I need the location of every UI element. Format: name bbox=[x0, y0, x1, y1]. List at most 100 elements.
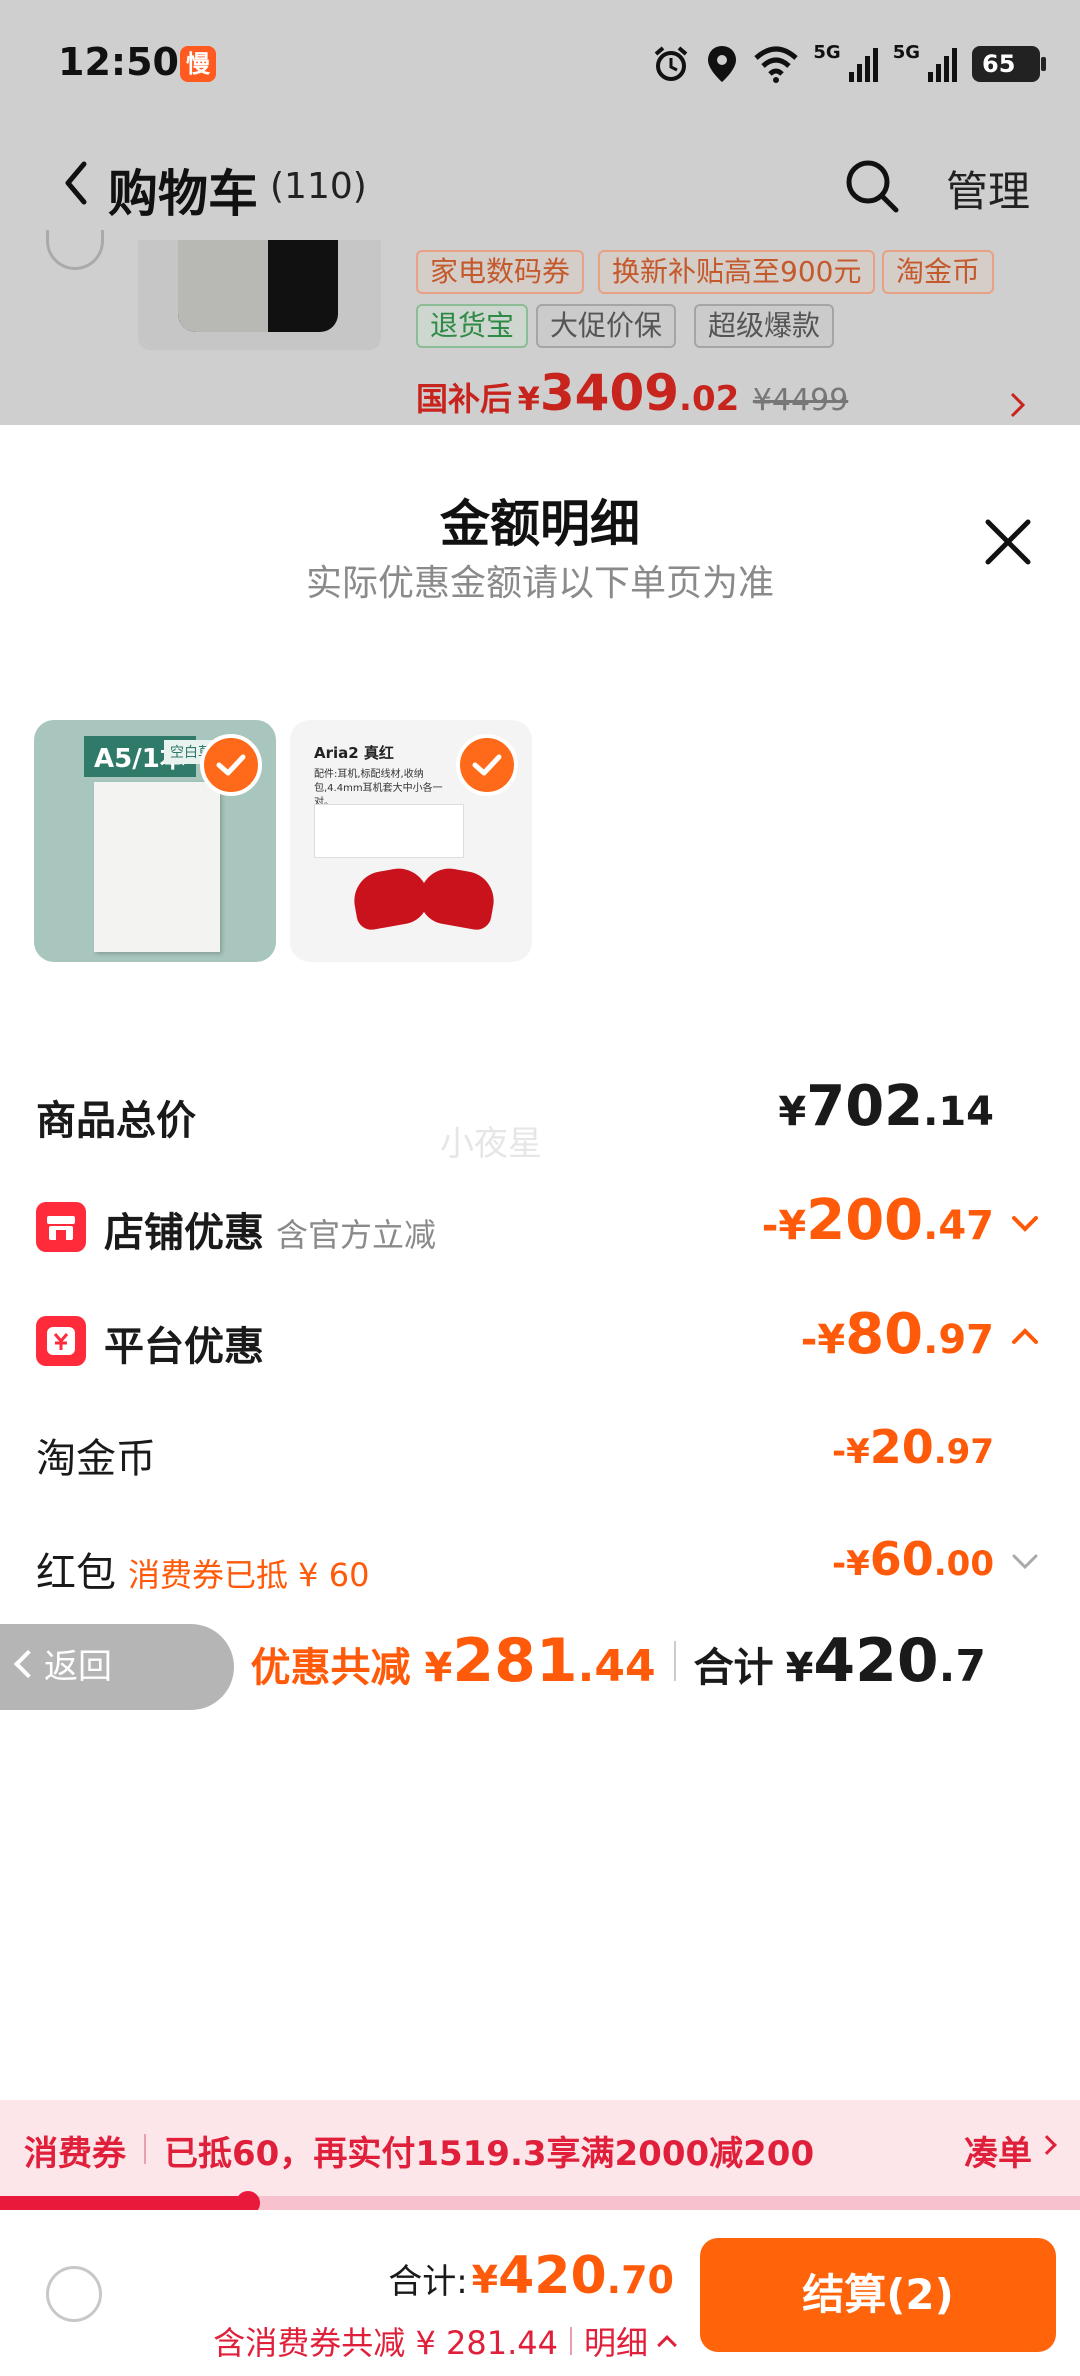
bottom-total: 合计: ¥420.70 bbox=[388, 2246, 674, 2306]
check-icon[interactable] bbox=[456, 734, 518, 796]
back-chevron-icon[interactable] bbox=[60, 158, 90, 212]
price-int: 3409 bbox=[539, 364, 680, 422]
promo-tag: 退货宝 bbox=[416, 304, 529, 348]
platform-discount-label: 平台优惠 bbox=[104, 1324, 264, 1370]
voucher-text: 已抵60，再实付1519.3享满2000减200 bbox=[164, 2134, 815, 2174]
promo-tag: 超级爆款 bbox=[694, 304, 835, 348]
product-title: Aria2 真红 bbox=[314, 744, 394, 762]
chevron-down-icon[interactable] bbox=[1010, 1550, 1040, 1578]
amount-yen: ¥ bbox=[778, 1089, 807, 1135]
sum-yen: ¥ bbox=[785, 1645, 814, 1691]
total-dec: .70 bbox=[606, 2258, 674, 2302]
amount-dec: .97 bbox=[923, 1317, 994, 1363]
chevron-up-icon[interactable] bbox=[657, 2335, 677, 2355]
amount-dec: .47 bbox=[923, 1203, 994, 1249]
goods-total-label: 商品总价 bbox=[36, 1098, 196, 1144]
amount-int: 200 bbox=[806, 1188, 924, 1253]
search-icon[interactable] bbox=[842, 156, 902, 220]
product-thumbnail[interactable]: A5/1本 空白草稿 bbox=[34, 720, 276, 962]
promo-tag: 大促价保 bbox=[536, 304, 677, 348]
shop-discount-label: 店铺优惠 含官方立减 bbox=[104, 1200, 436, 1258]
amount-int: 80 bbox=[845, 1302, 924, 1367]
taojinbi-label: 淘金币 bbox=[36, 1436, 156, 1482]
slow-badge: 慢 bbox=[180, 46, 216, 82]
notebook-image bbox=[94, 782, 220, 952]
promo-tag: 淘金币 bbox=[882, 250, 995, 294]
sum-dec: .7 bbox=[938, 1641, 986, 1692]
chevron-down-icon[interactable] bbox=[1010, 1212, 1040, 1240]
checkout-button[interactable]: 结算(2) bbox=[700, 2238, 1056, 2352]
amount-int: 702 bbox=[806, 1074, 924, 1139]
discount-summary: 含消费券共减 ¥ 281.44 bbox=[213, 2324, 558, 2362]
chevron-up-icon[interactable] bbox=[1010, 1324, 1040, 1352]
back-button[interactable]: 返回 bbox=[0, 1624, 234, 1710]
platform-discount-amount: -¥80.97 bbox=[801, 1302, 994, 1367]
chevron-right-icon[interactable] bbox=[1008, 390, 1028, 428]
red-packet-note: 消费券已抵 ¥ 60 bbox=[128, 1556, 370, 1594]
location-icon bbox=[705, 44, 739, 84]
wifi-icon bbox=[753, 44, 799, 84]
cart-item: 家电数码券 换新补贴高至900元 淘金币 退货宝 大促价保 超级爆款 国补后 ¥… bbox=[0, 230, 1080, 428]
divider bbox=[673, 1641, 676, 1681]
voucher-progress bbox=[0, 2191, 1080, 2215]
cart-header: 购物车 (110) 管理 bbox=[0, 130, 1080, 240]
battery-icon: 65 bbox=[972, 46, 1046, 82]
amount-int: 60 bbox=[869, 1532, 934, 1586]
progress-fill bbox=[0, 2196, 249, 2210]
signal-icon bbox=[926, 44, 958, 84]
price-label: 国补后 bbox=[416, 380, 513, 418]
amount-detail-sheet: 金额明细 实际优惠金额请以下单页为准 A5/1本 空白草稿 Aria2 真红 配… bbox=[0, 426, 1080, 2376]
discount-total-yen: ¥ bbox=[424, 1645, 453, 1691]
status-icons: 5G 5G 65 bbox=[651, 40, 1046, 88]
amount-dec: .00 bbox=[933, 1544, 994, 1584]
status-time: 12:50 bbox=[58, 40, 179, 84]
network-type-2: 5G bbox=[892, 41, 920, 63]
check-icon[interactable] bbox=[200, 734, 262, 796]
detail-toggle[interactable]: 明细 bbox=[584, 2318, 648, 2364]
alarm-icon bbox=[651, 44, 691, 84]
close-icon[interactable] bbox=[978, 512, 1038, 576]
promo-tag: 家电数码券 bbox=[416, 250, 585, 294]
amount-yen: -¥ bbox=[831, 1544, 870, 1584]
shop-discount-note: 含官方立减 bbox=[276, 1216, 437, 1254]
add-items-link[interactable]: 凑单 bbox=[964, 2126, 1032, 2175]
item-checkbox[interactable] bbox=[46, 230, 104, 270]
red-packet-amount: -¥60.00 bbox=[832, 1532, 994, 1586]
item-price: 国补后 ¥3409.02 ¥4499 bbox=[416, 364, 848, 422]
amount-dec: .14 bbox=[923, 1089, 994, 1135]
manage-button[interactable]: 管理 bbox=[946, 158, 1030, 219]
voucher-banner[interactable]: 消费券 已抵60，再实付1519.3享满2000减200 凑单 bbox=[0, 2100, 1080, 2198]
voucher-title: 消费券 bbox=[24, 2134, 126, 2174]
chevron-right-icon[interactable] bbox=[1037, 2135, 1057, 2155]
page-title: 购物车 bbox=[108, 165, 258, 223]
product-image[interactable] bbox=[138, 240, 381, 350]
checkout-bar: 合计: ¥420.70 含消费券共减 ¥ 281.44 明细 结算(2) bbox=[0, 2210, 1080, 2376]
total-label: 合计: bbox=[388, 2262, 468, 2302]
sheet-title: 金额明细 bbox=[440, 495, 640, 553]
select-all-checkbox[interactable] bbox=[46, 2266, 102, 2322]
price-dec: .02 bbox=[679, 379, 740, 419]
amount-dec: .97 bbox=[933, 1432, 994, 1472]
original-price: ¥4499 bbox=[752, 383, 849, 418]
total-yen: ¥ bbox=[471, 2258, 499, 2302]
summary-line: 优惠共减 ¥281.44 合计 ¥420.7 bbox=[251, 1626, 986, 1696]
watermark: 小夜星 bbox=[440, 1124, 542, 1164]
discount-total-int: 281 bbox=[452, 1626, 578, 1696]
earphone-image bbox=[415, 864, 499, 932]
goods-total-amount: ¥702.14 bbox=[778, 1074, 994, 1139]
sheet-subtitle: 实际优惠金额请以下单页为准 bbox=[305, 563, 774, 604]
cart-count: (110) bbox=[270, 166, 367, 207]
red-packet-title: 红包 bbox=[36, 1550, 116, 1596]
amount-yen: -¥ bbox=[800, 1317, 846, 1363]
platform-icon bbox=[36, 1316, 86, 1366]
divider bbox=[569, 2327, 572, 2355]
discount-total-label: 优惠共减 bbox=[250, 1645, 411, 1691]
red-packet-label: 红包 消费券已抵 ¥ 60 bbox=[36, 1540, 369, 1598]
status-bar: 12:50 慢 5G 5G 65 bbox=[0, 0, 1080, 130]
sum-label: 合计 bbox=[693, 1645, 774, 1691]
amount-int: 20 bbox=[869, 1420, 934, 1474]
signal-icon bbox=[847, 44, 879, 84]
taojinbi-amount: -¥20.97 bbox=[832, 1420, 994, 1474]
total-int: 420 bbox=[498, 2246, 607, 2306]
product-thumbnail[interactable]: Aria2 真红 配件:耳机,标配线材,收纳包,4.4mm耳机套大中小各一对。 bbox=[290, 720, 532, 962]
